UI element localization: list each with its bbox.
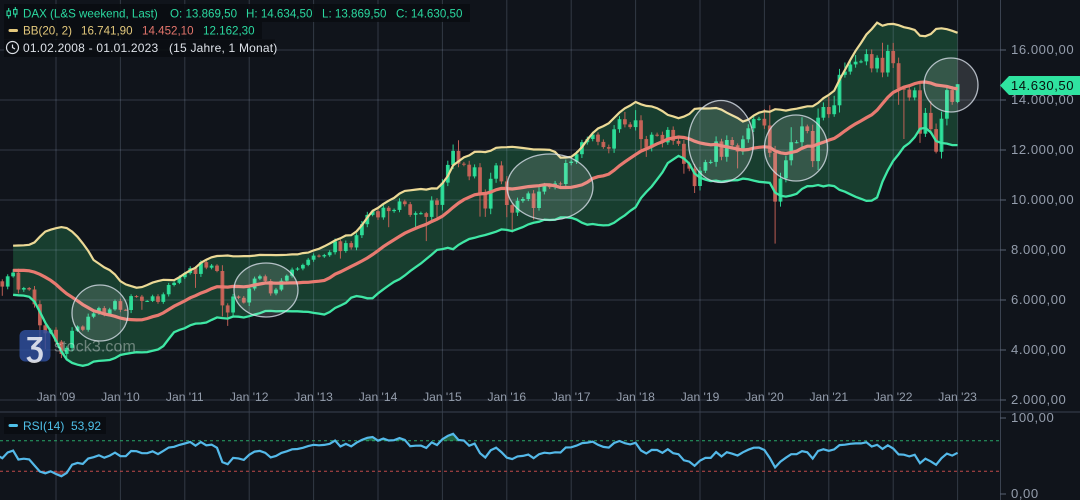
- svg-text:01.02.2008 - 01.01.2023 (15: 01.02.2008 - 01.01.2023 (15 Jahre, 1 Mon…: [23, 41, 278, 55]
- svg-text:Jan '11: Jan '11: [166, 390, 204, 404]
- svg-text:12.162,30: 12.162,30: [203, 25, 255, 38]
- svg-text:12.000,00: 12.000,00: [1011, 142, 1074, 157]
- svg-text:Jan '13: Jan '13: [294, 390, 333, 404]
- svg-text:Jan '23: Jan '23: [938, 390, 977, 404]
- svg-text:DAX (L&S weekend, Last): DAX (L&S weekend, Last): [23, 8, 158, 21]
- svg-text:2.000,00: 2.000,00: [1011, 392, 1066, 407]
- svg-text:H: 14.634,50: H: 14.634,50: [246, 8, 312, 21]
- svg-text:Jan '20: Jan '20: [745, 390, 784, 404]
- svg-text:Jan '16: Jan '16: [487, 390, 526, 404]
- svg-text:14.452,10: 14.452,10: [142, 25, 194, 38]
- svg-text:Jan '15: Jan '15: [423, 390, 462, 404]
- svg-text:Jan '12: Jan '12: [230, 390, 269, 404]
- svg-text:8.000,00: 8.000,00: [1011, 242, 1066, 257]
- svg-text:Jan '21: Jan '21: [809, 390, 848, 404]
- svg-text:stock3.com: stock3.com: [54, 339, 136, 356]
- svg-text:Jan '09: Jan '09: [37, 390, 76, 404]
- svg-text:6.000,00: 6.000,00: [1011, 292, 1066, 307]
- svg-text:16.000,00: 16.000,00: [1011, 42, 1074, 57]
- svg-text:Ʒ: Ʒ: [26, 332, 44, 364]
- svg-text:Jan '22: Jan '22: [874, 390, 913, 404]
- svg-text:14.630,50: 14.630,50: [1011, 78, 1074, 93]
- svg-text:O: 13.869,50: O: 13.869,50: [170, 8, 237, 21]
- svg-text:RSI(14) 53,92: RSI(14) 53,92: [23, 419, 101, 433]
- svg-text:100,00: 100,00: [1011, 410, 1054, 425]
- svg-text:L: 13.869,50: L: 13.869,50: [322, 8, 386, 21]
- svg-text:Jan '17: Jan '17: [552, 390, 591, 404]
- svg-text:Jan '14: Jan '14: [359, 390, 398, 404]
- svg-text:BB(20, 2): BB(20, 2): [23, 25, 72, 38]
- svg-text:Jan '18: Jan '18: [616, 390, 655, 404]
- svg-text:4.000,00: 4.000,00: [1011, 342, 1066, 357]
- svg-text:Jan '10: Jan '10: [101, 390, 140, 404]
- svg-text:16.741,90: 16.741,90: [81, 25, 133, 38]
- svg-text:10.000,00: 10.000,00: [1011, 192, 1074, 207]
- svg-text:Jan '19: Jan '19: [681, 390, 720, 404]
- svg-text:C: 14.630,50: C: 14.630,50: [396, 8, 462, 21]
- svg-text:0,00: 0,00: [1011, 486, 1039, 500]
